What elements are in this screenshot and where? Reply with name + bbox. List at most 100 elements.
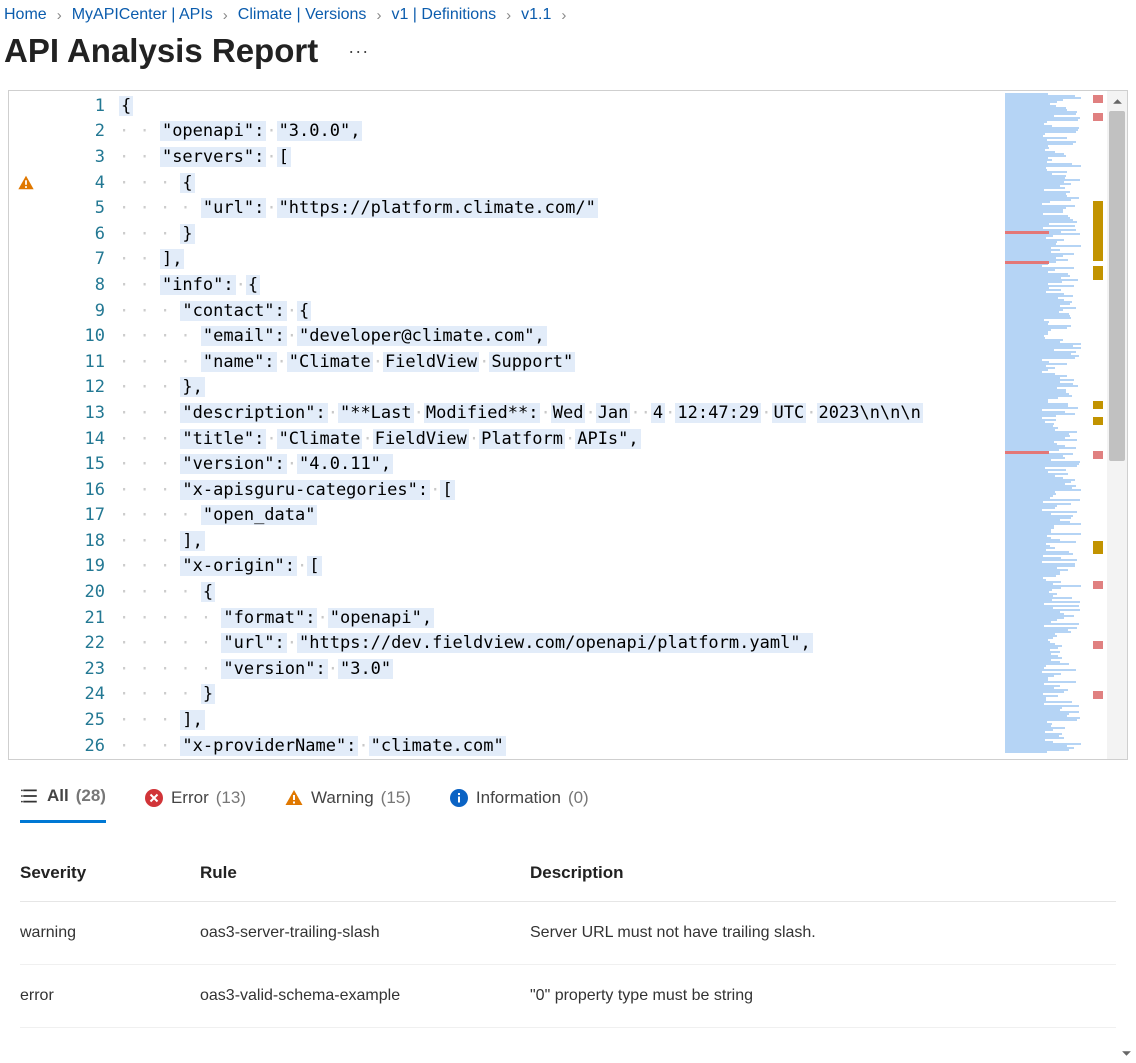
- breadcrumb-v1[interactable]: v1 | Definitions: [391, 6, 496, 24]
- code-line[interactable]: · · · · }: [119, 682, 1005, 708]
- col-description: Description: [530, 863, 1116, 883]
- tab-warning-count: (15): [381, 788, 411, 808]
- line-number: 16: [85, 480, 105, 500]
- minimap[interactable]: [1005, 91, 1089, 759]
- code-line[interactable]: · · · }: [119, 221, 1005, 247]
- table-row[interactable]: error oas3-valid-schema-example "0" prop…: [20, 965, 1116, 1028]
- line-number: 21: [85, 608, 105, 628]
- error-marker[interactable]: [1093, 451, 1103, 459]
- gutter-line: 13: [9, 400, 119, 426]
- problems-tabs: All (28) Error (13) Warning (15) Informa…: [0, 768, 1136, 823]
- page-title: API Analysis Report: [4, 32, 318, 70]
- tab-warning[interactable]: Warning (15): [284, 788, 411, 822]
- gutter-line: 18: [9, 528, 119, 554]
- breadcrumb-v1-1[interactable]: v1.1: [521, 6, 551, 24]
- line-gutter: 1234567891011121314151617181920212223242…: [9, 91, 119, 759]
- code-line[interactable]: · · · "x-providerName":·"climate.com": [119, 733, 1005, 759]
- code-line[interactable]: · · · "title":·"Climate·FieldView·Platfo…: [119, 426, 1005, 452]
- gutter-line: 25: [9, 707, 119, 733]
- warning-icon: [284, 788, 304, 808]
- code-line[interactable]: · · · "x-apisguru-categories":·[: [119, 477, 1005, 503]
- error-marker[interactable]: [1093, 113, 1103, 121]
- code-editor[interactable]: 1234567891011121314151617181920212223242…: [8, 90, 1128, 760]
- more-button[interactable]: ···: [348, 41, 369, 62]
- code-line[interactable]: · · · · {: [119, 579, 1005, 605]
- tab-error[interactable]: Error (13): [144, 788, 246, 822]
- error-marker[interactable]: [1093, 691, 1103, 699]
- col-severity: Severity: [20, 863, 200, 883]
- scroll-up-icon[interactable]: [1107, 91, 1127, 111]
- tab-all-label: All: [47, 786, 69, 806]
- code-line[interactable]: · · · "description":·"**Last·Modified**:…: [119, 400, 1005, 426]
- tab-information-count: (0): [568, 788, 589, 808]
- tab-all[interactable]: All (28): [20, 786, 106, 823]
- breadcrumb-home[interactable]: Home: [4, 6, 47, 24]
- annotation-gutter[interactable]: [1089, 91, 1107, 759]
- warning-marker[interactable]: [1093, 266, 1103, 280]
- tab-information[interactable]: Information (0): [449, 788, 589, 822]
- page-header: API Analysis Report ···: [0, 32, 1136, 90]
- code-content[interactable]: {· · "openapi":·"3.0.0",· · "servers":·[…: [119, 91, 1005, 759]
- code-line[interactable]: · · · · · "format":·"openapi",: [119, 605, 1005, 631]
- table-row[interactable]: warning oas3-server-trailing-slash Serve…: [20, 902, 1116, 965]
- breadcrumb-apicenter[interactable]: MyAPICenter | APIs: [72, 6, 213, 24]
- code-line[interactable]: · · · ],: [119, 528, 1005, 554]
- warning-marker[interactable]: [1093, 401, 1103, 409]
- gutter-line: 17: [9, 503, 119, 529]
- code-line[interactable]: · · · {: [119, 170, 1005, 196]
- line-number: 24: [85, 684, 105, 704]
- scroll-down-icon[interactable]: [1116, 1043, 1136, 1063]
- chevron-right-icon: ›: [376, 7, 381, 24]
- code-line[interactable]: · · ],: [119, 247, 1005, 273]
- warning-marker[interactable]: [1093, 417, 1103, 425]
- code-line[interactable]: · · · · "open_data": [119, 503, 1005, 529]
- code-line[interactable]: · · · ],: [119, 707, 1005, 733]
- error-marker[interactable]: [1093, 95, 1103, 103]
- breadcrumb-climate[interactable]: Climate | Versions: [238, 6, 367, 24]
- code-line[interactable]: · · · "contact":·{: [119, 298, 1005, 324]
- cell-severity: error: [20, 987, 200, 1005]
- line-number: 9: [95, 301, 105, 321]
- code-line[interactable]: · · "info":·{: [119, 272, 1005, 298]
- code-line[interactable]: · · · · · "url":·"https://dev.fieldview.…: [119, 630, 1005, 656]
- warning-marker[interactable]: [1093, 546, 1103, 554]
- scroll-thumb[interactable]: [1109, 111, 1125, 461]
- cell-rule: oas3-valid-schema-example: [200, 987, 530, 1005]
- error-marker[interactable]: [1093, 641, 1103, 649]
- tab-information-label: Information: [476, 788, 561, 808]
- gutter-line: 5: [9, 195, 119, 221]
- code-line[interactable]: · · · · · "version":·"3.0": [119, 656, 1005, 682]
- line-number: 3: [95, 147, 105, 167]
- gutter-line: 15: [9, 451, 119, 477]
- code-line[interactable]: · · · · "url":·"https://platform.climate…: [119, 195, 1005, 221]
- code-line[interactable]: · · · · "email":·"developer@climate.com"…: [119, 323, 1005, 349]
- code-line[interactable]: · · "servers":·[: [119, 144, 1005, 170]
- gutter-line: 20: [9, 579, 119, 605]
- chevron-right-icon: ›: [57, 7, 62, 24]
- error-marker[interactable]: [1093, 581, 1103, 589]
- line-number: 5: [95, 198, 105, 218]
- code-line[interactable]: {: [119, 93, 1005, 119]
- col-rule: Rule: [200, 863, 530, 883]
- line-number: 12: [85, 377, 105, 397]
- line-number: 2: [95, 121, 105, 141]
- gutter-line: 21: [9, 605, 119, 631]
- chevron-right-icon: ›: [223, 7, 228, 24]
- gutter-line: 24: [9, 682, 119, 708]
- vertical-scrollbar[interactable]: [1107, 91, 1127, 759]
- chevron-right-icon: ›: [506, 7, 511, 24]
- line-number: 14: [85, 429, 105, 449]
- warning-marker[interactable]: [1093, 201, 1103, 261]
- list-icon: [20, 786, 40, 806]
- page-scrollbar[interactable]: [1116, 790, 1136, 1063]
- code-line[interactable]: · · · "version":·"4.0.11",: [119, 451, 1005, 477]
- line-number: 10: [85, 326, 105, 346]
- code-line[interactable]: · · · · "name":·"Climate·FieldView·Suppo…: [119, 349, 1005, 375]
- breadcrumb: Home › MyAPICenter | APIs › Climate | Ve…: [0, 0, 1136, 32]
- code-area[interactable]: 1234567891011121314151617181920212223242…: [9, 91, 1005, 759]
- line-number: 11: [85, 352, 105, 372]
- code-line[interactable]: · · · "x-origin":·[: [119, 554, 1005, 580]
- gutter-line: 10: [9, 323, 119, 349]
- code-line[interactable]: · · · },: [119, 375, 1005, 401]
- code-line[interactable]: · · "openapi":·"3.0.0",: [119, 119, 1005, 145]
